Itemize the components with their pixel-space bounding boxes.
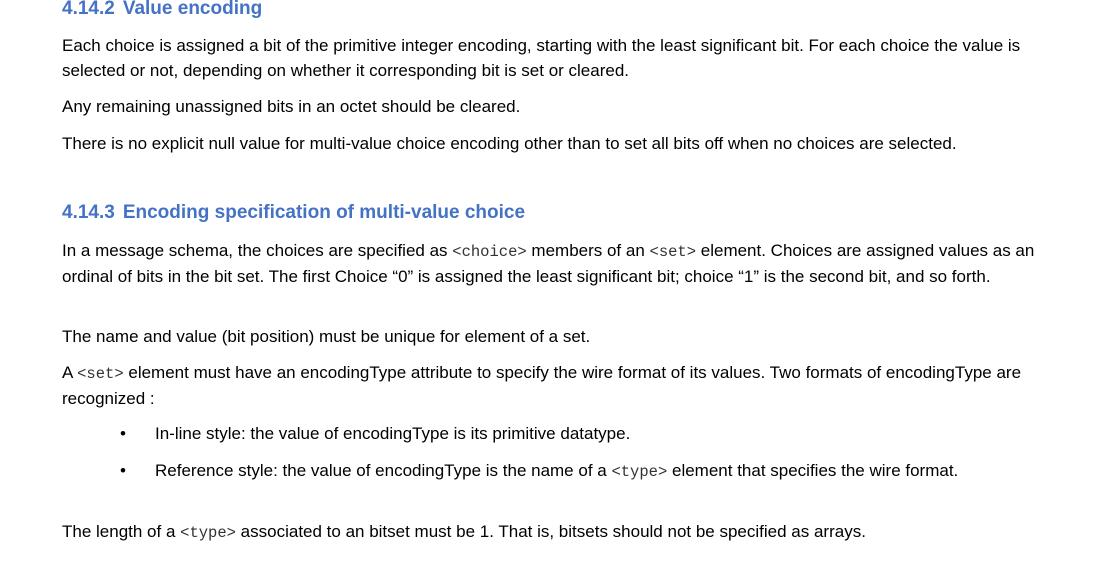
- text-run: In a message schema, the choices are spe…: [62, 241, 453, 260]
- paragraph-encoding-type: A <set> element must have an encodingTyp…: [62, 361, 1072, 411]
- list-item-text: In-line style: the value of encodingType…: [155, 424, 631, 443]
- list-item-reference-style: • Reference style: the value of encodingT…: [62, 459, 1072, 485]
- bullet-icon: •: [120, 424, 126, 443]
- text-run: Reference style: the value of encodingTy…: [155, 460, 612, 480]
- code-type-element: <type>: [180, 524, 236, 542]
- section-title: Encoding specification of multi-value ch…: [122, 202, 526, 223]
- section-heading-value-encoding: 4.14.2 Value encoding: [62, 0, 262, 20]
- encoding-type-list: • In-line style: the value of encodingTyp…: [62, 422, 1072, 484]
- paragraph-unassigned-bits: Any remaining unassigned bits in an octe…: [62, 97, 521, 116]
- code-choice-element: <choice>: [452, 243, 527, 261]
- section-number: 4.14.2: [62, 0, 115, 19]
- paragraph-choices-specified: In a message schema, the choices are spe…: [62, 239, 1072, 289]
- text-run: associated to an bitset must be 1. That …: [235, 522, 866, 541]
- text-run: element that specifies the wire format.: [667, 460, 959, 480]
- code-set-element: <set>: [649, 243, 697, 261]
- list-item-inline-style: • In-line style: the value of encodingTyp…: [62, 422, 1072, 447]
- code-set-element: <set>: [77, 365, 124, 383]
- text-run: element must have an encodingType attrib…: [62, 363, 1022, 408]
- code-type-element: <type>: [611, 462, 668, 481]
- paragraph-type-length: The length of a <type> associated to an …: [62, 520, 1072, 546]
- bullet-icon: •: [120, 460, 126, 480]
- text-run: members of an: [526, 241, 650, 260]
- text-run: A: [62, 363, 78, 382]
- section-heading-encoding-specification: 4.14.3 Encoding specification of multi-va…: [62, 202, 525, 224]
- paragraph-bit-assignment: Each choice is assigned a bit of the pri…: [62, 36, 1021, 80]
- text-run: The length of a: [62, 522, 181, 541]
- paragraph-unique-name-value: The name and value (bit position) must b…: [62, 327, 591, 346]
- section-title: Value encoding: [122, 0, 263, 19]
- paragraph-null-value: There is no explicit null value for mult…: [62, 134, 957, 153]
- section-number: 4.14.3: [62, 202, 115, 223]
